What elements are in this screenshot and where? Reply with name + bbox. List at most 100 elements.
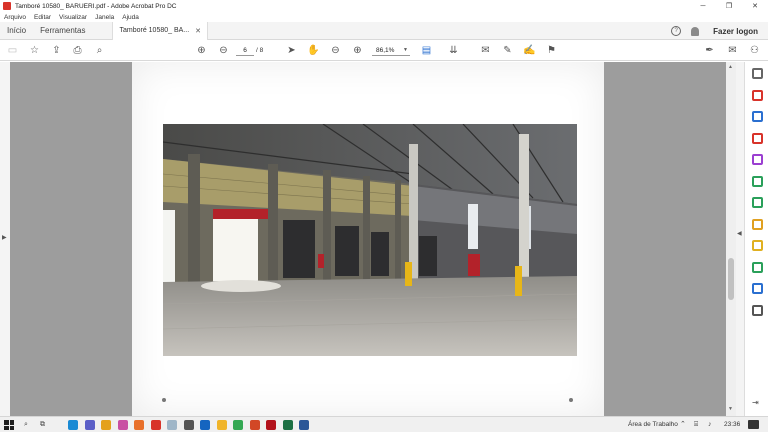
- calculator-taskbar-icon[interactable]: [183, 420, 194, 430]
- page-corner-dot: [162, 398, 166, 402]
- highlight-pen-icon[interactable]: ✎: [501, 44, 514, 57]
- chrome2-taskbar-icon[interactable]: [233, 420, 243, 430]
- chrome-taskbar-icon[interactable]: [101, 420, 111, 430]
- comment-icon[interactable]: ✉: [479, 44, 492, 57]
- compress-icon[interactable]: [752, 197, 763, 208]
- tab-document[interactable]: Tamboré 10580_ BA... ✕: [112, 21, 209, 40]
- acrobat-reader-taskbar-icon[interactable]: [150, 420, 161, 430]
- scrollbar-thumb[interactable]: [728, 258, 734, 300]
- document-tab-label: Tamboré 10580_ BA...: [119, 27, 190, 34]
- window-title: Tamboré 10580_ BARUERI.pdf - Adobe Acrob…: [15, 2, 177, 10]
- zoom-out-icon[interactable]: ⊖: [329, 44, 342, 57]
- menu-editar[interactable]: Editar: [34, 14, 51, 21]
- windows-start-icon[interactable]: [4, 420, 14, 430]
- page-corner-dot: [569, 398, 573, 402]
- teams-taskbar-icon[interactable]: [84, 420, 95, 430]
- network-icon[interactable]: ⌸: [694, 420, 698, 430]
- print-icon[interactable]: ⎙: [71, 44, 84, 57]
- taskbar-clock[interactable]: 23:36: [724, 420, 740, 430]
- minimize-button[interactable]: ─: [690, 0, 716, 12]
- powerpoint-taskbar-icon[interactable]: [249, 420, 260, 430]
- export-pdf-icon[interactable]: [752, 111, 763, 122]
- tray-chevron-icon[interactable]: ⌃: [680, 420, 686, 430]
- more-tools-icon[interactable]: [752, 304, 763, 316]
- zoom-level-select[interactable]: 86,1% ▼: [372, 45, 410, 56]
- login-button[interactable]: Fazer logon: [713, 27, 758, 36]
- outlook-taskbar-icon[interactable]: [200, 420, 210, 430]
- left-panel-toggle[interactable]: ▶: [0, 62, 10, 416]
- expand-left-panel-icon: ▶: [2, 235, 7, 241]
- share-mail-icon[interactable]: ✉: [726, 44, 739, 57]
- volume-icon[interactable]: ♪: [708, 420, 712, 430]
- taskbar-search-icon[interactable]: ⌕: [24, 420, 28, 430]
- maximize-button[interactable]: ❐: [716, 0, 742, 12]
- menu-visualizar[interactable]: Visualizar: [59, 14, 87, 21]
- windows-taskbar: ⌕ ⧉ Área de Trabalho ⌃ ⌸ ♪ 23:36: [0, 416, 768, 432]
- menu-janela[interactable]: Janela: [95, 14, 114, 21]
- help-icon[interactable]: ?: [671, 26, 682, 36]
- tab-tools[interactable]: Ferramentas: [33, 22, 92, 40]
- acrobat-app-icon: [3, 2, 11, 10]
- right-panel-collapse-toggle[interactable]: ◀: [736, 62, 744, 416]
- desktop-toolbar-label[interactable]: Área de Trabalho: [628, 420, 678, 430]
- sign-icon[interactable]: ✒: [703, 44, 716, 57]
- hand-tool-icon[interactable]: ✋: [307, 44, 320, 57]
- edit-pdf-icon[interactable]: [752, 154, 763, 165]
- title-bar: Tamboré 10580_ BARUERI.pdf - Adobe Acrob…: [0, 0, 768, 12]
- window-controls: ─ ❐ ✕: [690, 0, 768, 12]
- tabrow-right: ? Fazer logon: [671, 22, 758, 40]
- warehouse-photo: [163, 124, 577, 356]
- menu-ajuda[interactable]: Ajuda: [122, 14, 139, 21]
- page-total: / 8: [256, 47, 264, 54]
- notification-bell-icon[interactable]: [691, 26, 700, 36]
- scroll-mode-icon[interactable]: ⇊: [447, 44, 460, 57]
- firefox-taskbar-icon[interactable]: [134, 420, 144, 430]
- protect-icon[interactable]: [752, 283, 763, 294]
- previous-page-icon[interactable]: ⊕: [195, 44, 208, 57]
- search-icon[interactable]: ⌕: [93, 44, 106, 57]
- edge-taskbar-icon[interactable]: [68, 420, 78, 430]
- notification-center-icon[interactable]: [748, 420, 759, 429]
- next-page-icon[interactable]: ⊖: [217, 44, 230, 57]
- collapse-right-panel-icon: ◀: [737, 231, 742, 237]
- chevron-down-icon: ▼: [403, 47, 408, 53]
- stamp-icon[interactable]: ⚑: [545, 44, 558, 57]
- close-button[interactable]: ✕: [742, 0, 768, 12]
- scroll-down-icon[interactable]: ▼: [728, 406, 733, 412]
- pdf-page: [132, 62, 604, 416]
- add-user-icon[interactable]: ⚇: [748, 44, 761, 57]
- tab-home[interactable]: Início: [0, 22, 33, 40]
- menu-bar: Arquivo Editar Visualizar Janela Ajuda: [0, 12, 768, 22]
- fill-sign-icon[interactable]: [752, 218, 763, 230]
- close-tab-icon[interactable]: ✕: [195, 27, 201, 35]
- zoom-icon[interactable]: [752, 68, 763, 79]
- save-icon[interactable]: ▭: [6, 44, 19, 57]
- draw-signature-icon[interactable]: ✍: [523, 44, 536, 57]
- document-canvas[interactable]: [10, 62, 736, 416]
- notepad-taskbar-icon[interactable]: [167, 420, 177, 430]
- toolbar: ▭ ☆ ⇪ ⎙ ⌕ ⊕ ⊖ 6 / 8 ➤ ✋ ⊖ ⊕ 86,1% ▼ ▤ ⇊ …: [0, 40, 768, 61]
- zoom-in-icon[interactable]: ⊕: [351, 44, 364, 57]
- excel-taskbar-icon[interactable]: [282, 420, 293, 430]
- select-cursor-icon[interactable]: ➤: [285, 44, 298, 57]
- acrobat-pro-taskbar-icon[interactable]: [266, 420, 276, 430]
- tools-pane: ⇥: [744, 62, 768, 416]
- paint-taskbar-icon[interactable]: [117, 420, 128, 430]
- page-number-input[interactable]: 6: [236, 45, 254, 56]
- bookmark-star-icon[interactable]: ☆: [28, 44, 41, 57]
- comment-icon[interactable]: [752, 240, 763, 251]
- page-view-icon[interactable]: ▤: [420, 44, 433, 57]
- scroll-up-icon[interactable]: ▲: [728, 64, 733, 70]
- organize-pages-icon[interactable]: [752, 132, 763, 144]
- task-view-icon[interactable]: ⧉: [40, 420, 45, 430]
- vertical-scrollbar[interactable]: ▲ ▼: [726, 62, 736, 416]
- combine-files-icon[interactable]: [752, 175, 763, 187]
- upload-cloud-icon[interactable]: ⇪: [50, 44, 63, 57]
- print-production-icon[interactable]: [752, 261, 763, 273]
- explorer-taskbar-icon[interactable]: [216, 420, 227, 430]
- collapse-pane-icon[interactable]: ⇥: [752, 398, 763, 409]
- create-pdf-icon[interactable]: [752, 89, 763, 101]
- word-taskbar-icon[interactable]: [299, 420, 309, 430]
- menu-arquivo[interactable]: Arquivo: [4, 14, 26, 21]
- zoom-level-value: 86,1%: [376, 47, 395, 54]
